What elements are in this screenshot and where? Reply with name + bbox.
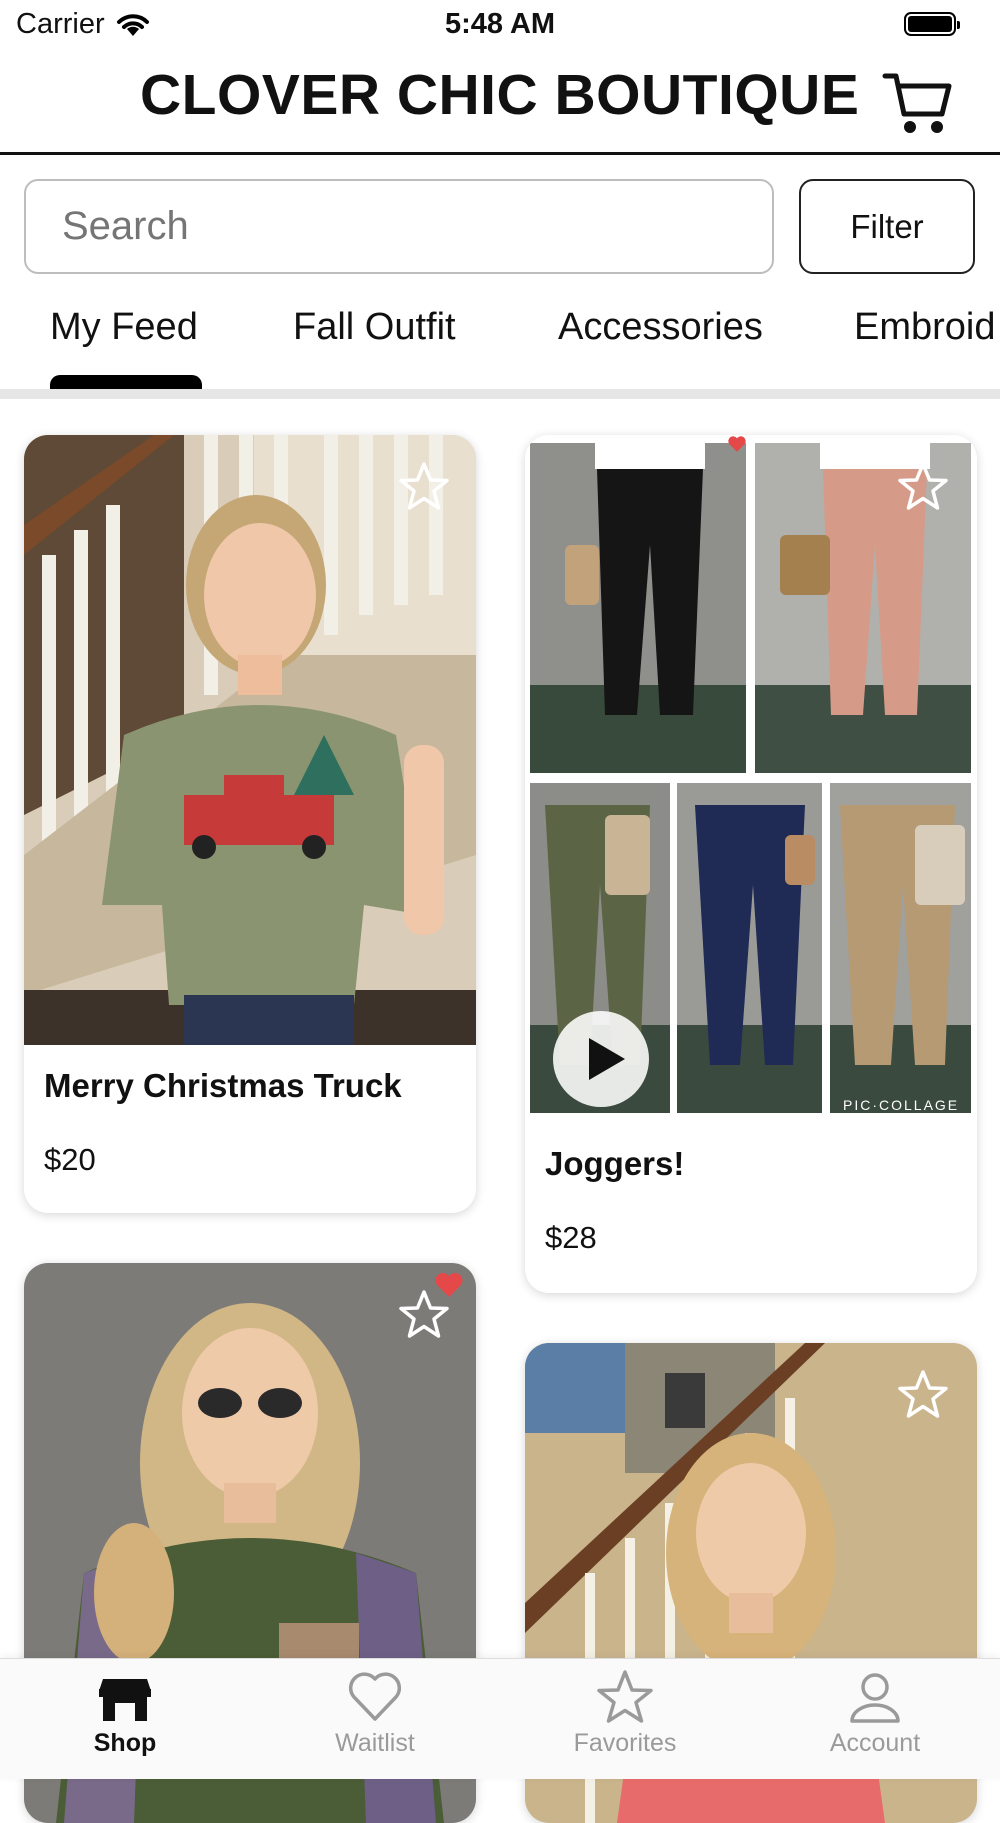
favorite-star-icon[interactable] [897, 461, 949, 513]
play-video-icon[interactable] [553, 1011, 649, 1107]
favorite-star-icon[interactable] [897, 1369, 949, 1421]
tab-my-feed[interactable]: My Feed [50, 306, 198, 349]
star-icon [597, 1670, 653, 1723]
active-tab-indicator [50, 375, 202, 389]
product-image [24, 435, 476, 1045]
tab-fall-outfit[interactable]: Fall Outfit [293, 306, 456, 349]
status-bar: Carrier 5:48 AM [0, 0, 1000, 50]
tab-accessories[interactable]: Accessories [558, 306, 763, 349]
tab-embroidered[interactable]: Embroid [854, 306, 996, 349]
status-time: 5:48 AM [444, 8, 556, 40]
tabs-divider [0, 389, 1000, 399]
filter-button[interactable]: Filter [799, 179, 975, 274]
bottom-tab-bar: Shop Waitlist Favorites Account [0, 1658, 1000, 1779]
collage-watermark: PIC·COLLAGE [843, 1097, 960, 1113]
nav-waitlist[interactable]: Waitlist [300, 1667, 450, 1758]
favorite-star-icon[interactable] [398, 461, 450, 513]
category-tabs: My Feed Fall Outfit Accessories Embroid [0, 300, 1000, 395]
search-input[interactable] [24, 179, 774, 274]
product-title: Joggers! [545, 1145, 685, 1182]
nav-favorites[interactable]: Favorites [550, 1667, 700, 1758]
nav-waitlist-label: Waitlist [335, 1729, 415, 1757]
nav-shop-label: Shop [93, 1729, 157, 1757]
nav-favorites-label: Favorites [573, 1729, 677, 1757]
nav-account-label: Account [829, 1729, 921, 1757]
product-card[interactable]: Merry Christmas Truck $20 [24, 435, 476, 1213]
brand-title: CLOVER CHIC BOUTIQUE [140, 63, 860, 127]
product-price: $28 [545, 1220, 597, 1255]
heart-icon [348, 1672, 402, 1721]
liked-heart-icon [728, 436, 746, 452]
cart-icon[interactable] [882, 70, 954, 136]
app-header: CLOVER CHIC BOUTIQUE [0, 50, 1000, 155]
battery-icon [904, 12, 960, 36]
nav-shop[interactable]: Shop [50, 1667, 200, 1758]
account-icon [850, 1673, 900, 1723]
product-card[interactable]: PIC·COLLAGE Joggers! $28 [525, 435, 977, 1293]
product-title: Merry Christmas Truck [44, 1067, 402, 1104]
favorite-star-icon[interactable] [398, 1289, 450, 1341]
nav-account[interactable]: Account [800, 1667, 950, 1758]
shop-icon [99, 1679, 151, 1721]
product-price: $20 [44, 1142, 96, 1177]
